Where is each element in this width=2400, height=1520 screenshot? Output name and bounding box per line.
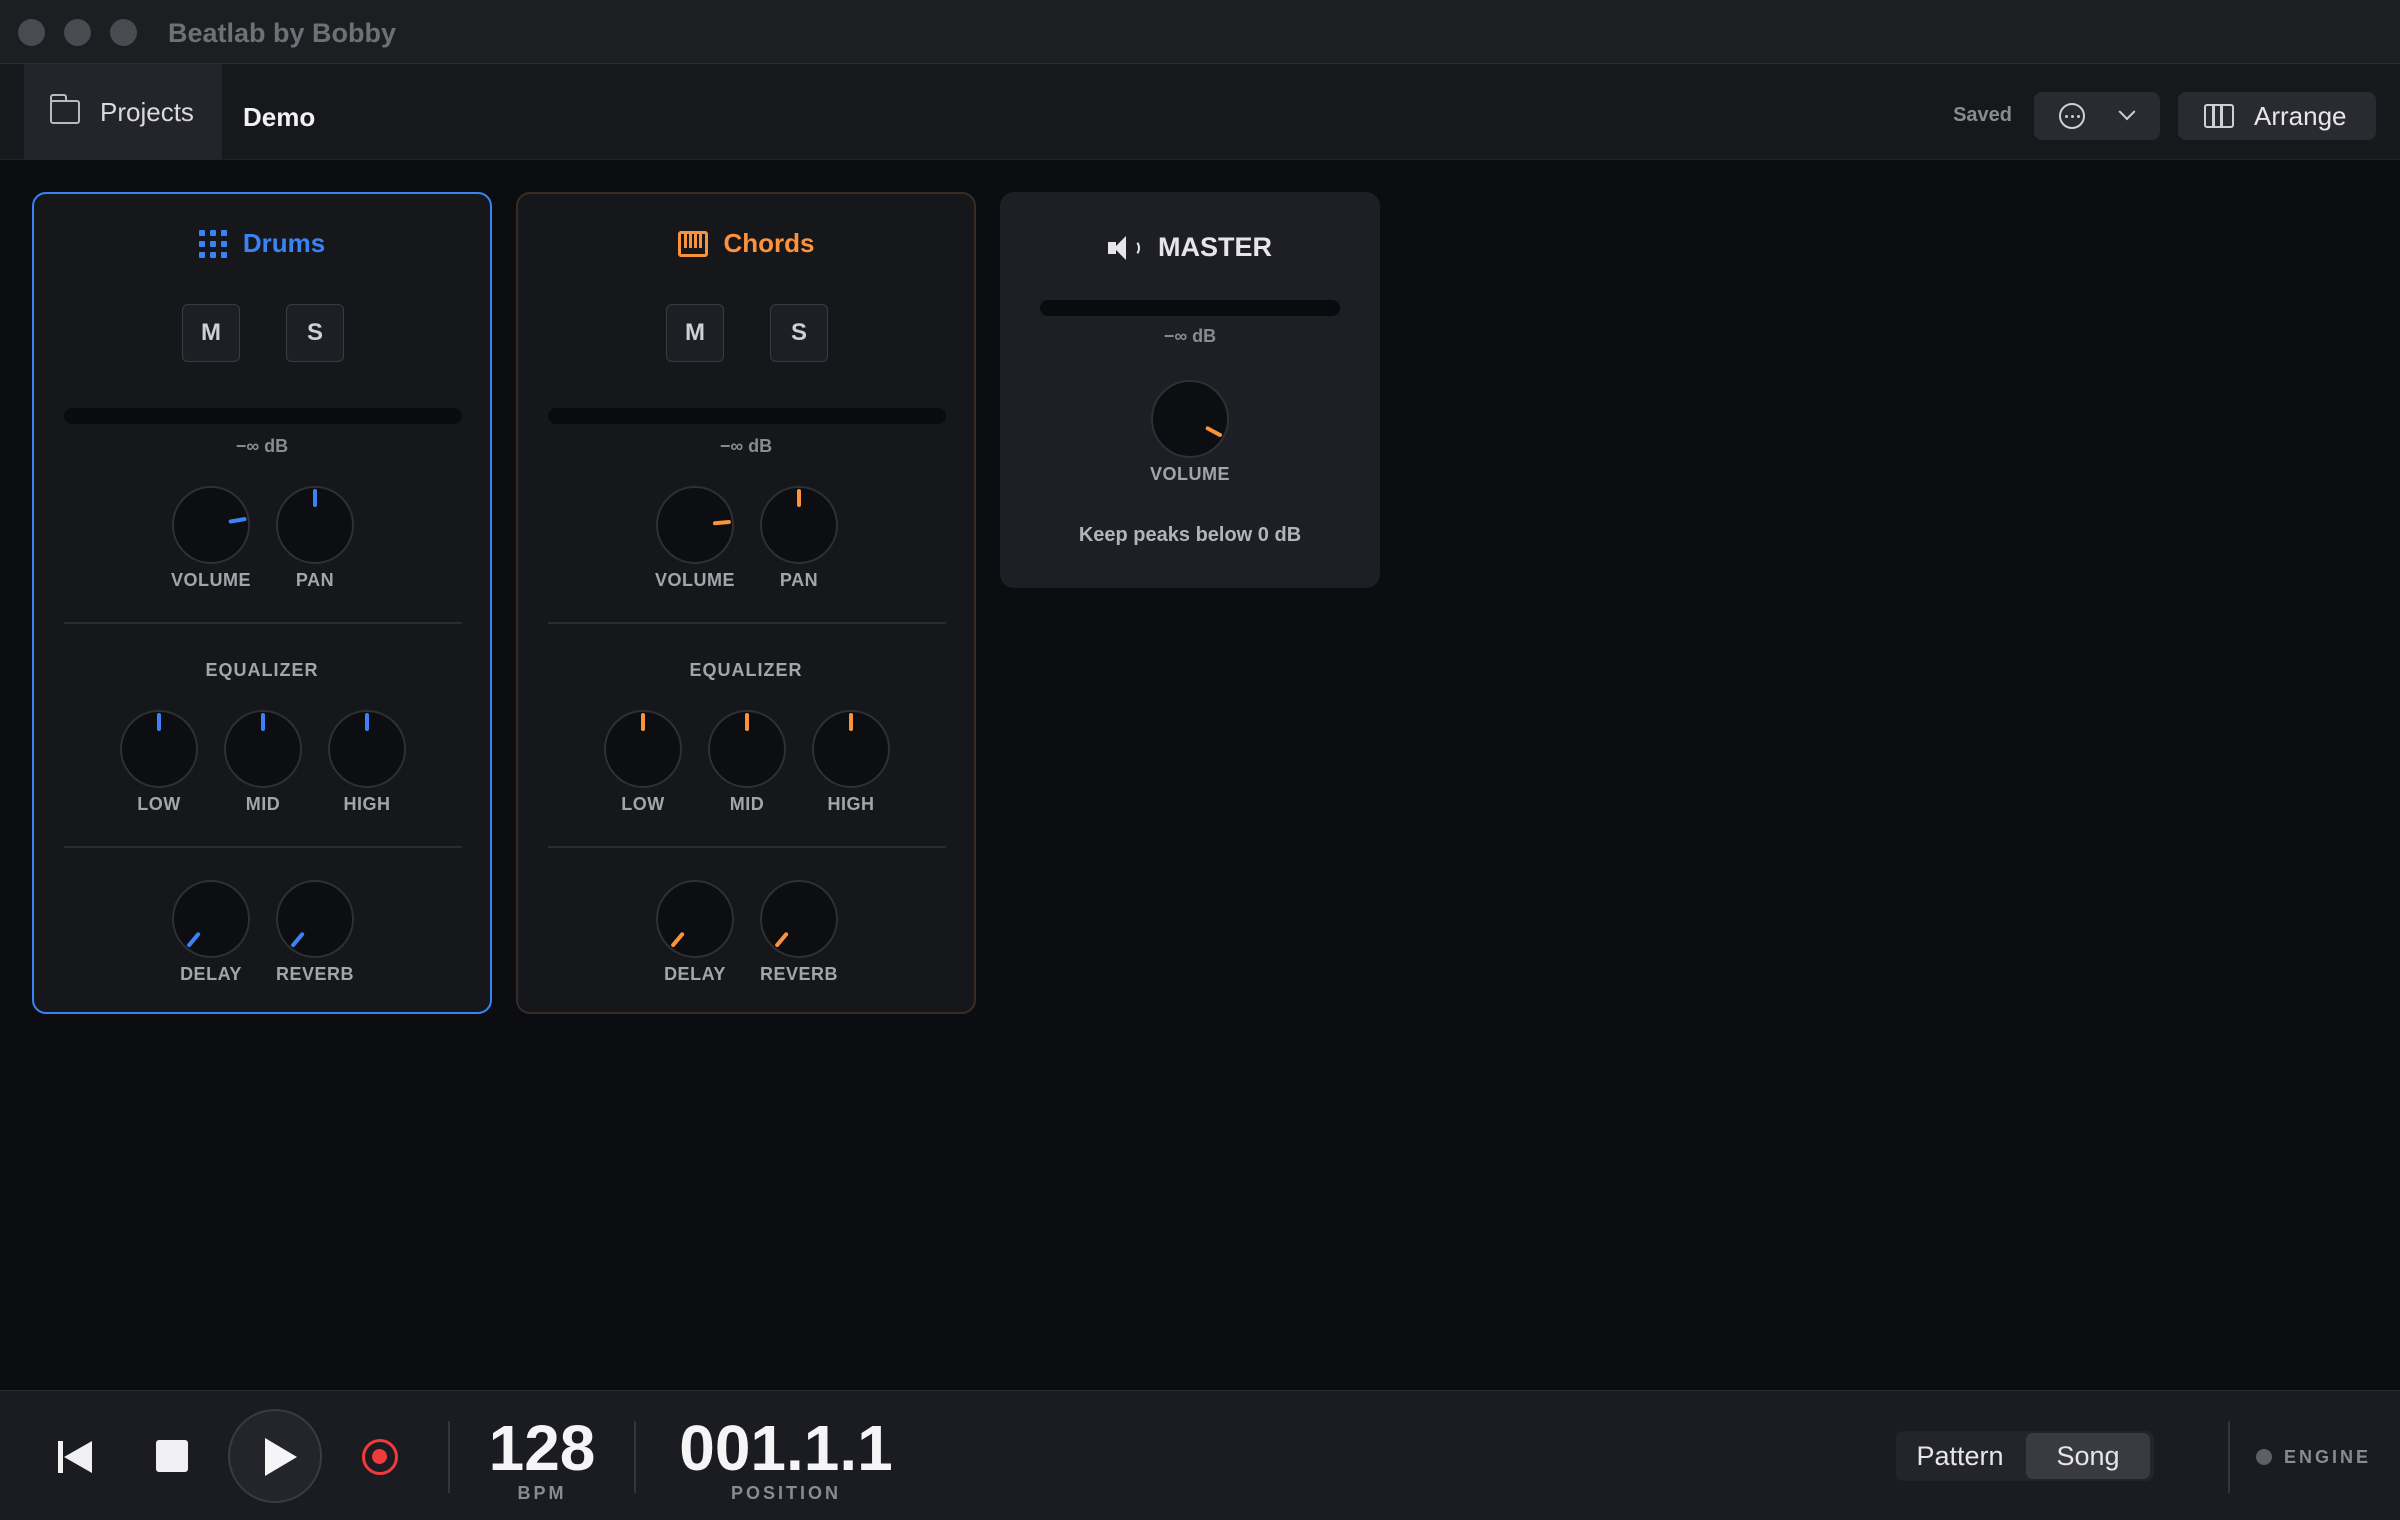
master-name: MASTER bbox=[1158, 232, 1272, 262]
channel-title: Drums bbox=[34, 228, 490, 259]
divider bbox=[634, 1421, 636, 1493]
level-readout: −∞ dB bbox=[235, 436, 289, 456]
master-note: Keep peaks below 0 dB bbox=[1078, 524, 1302, 546]
eq-high-label: HIGH bbox=[343, 794, 391, 814]
mode-toggle: Pattern Song bbox=[1896, 1431, 2154, 1481]
grid-icon bbox=[198, 229, 227, 258]
volume-knob[interactable] bbox=[172, 486, 250, 564]
solo-button[interactable]: S bbox=[770, 304, 828, 362]
divider bbox=[448, 1421, 450, 1493]
engine-status-dot bbox=[2256, 1449, 2272, 1465]
eq-high-knob[interactable] bbox=[812, 710, 890, 788]
delay-knob[interactable] bbox=[172, 880, 250, 958]
window-title: Beatlab by Bobby bbox=[168, 18, 397, 48]
arrange-label: Arrange bbox=[2254, 100, 2347, 131]
eq-low-label: LOW bbox=[621, 794, 665, 814]
pan-label: PAN bbox=[295, 570, 335, 590]
divider bbox=[548, 846, 946, 848]
folder-icon bbox=[49, 94, 80, 124]
volume-label: VOLUME bbox=[654, 570, 735, 590]
eq-high-label: HIGH bbox=[827, 794, 875, 814]
master-level-readout: −∞ dB bbox=[1163, 326, 1217, 346]
bpm-label: BPM bbox=[517, 1483, 567, 1503]
delay-label: DELAY bbox=[664, 964, 726, 984]
skip-back-icon[interactable] bbox=[58, 1441, 94, 1473]
level-meter bbox=[64, 408, 462, 424]
bpm-value[interactable]: 128 bbox=[474, 1411, 610, 1485]
header-bar: Projects Demo Saved Arrange bbox=[0, 64, 2400, 160]
channel-name: Chords bbox=[723, 228, 815, 258]
position-label: POSITION bbox=[730, 1483, 841, 1503]
pan-label: PAN bbox=[779, 570, 819, 590]
pattern-mode-button[interactable]: Pattern bbox=[1900, 1433, 2020, 1479]
channel-name: Drums bbox=[242, 228, 326, 258]
song-mode-button[interactable]: Song bbox=[2026, 1433, 2150, 1479]
projects-button[interactable]: Projects bbox=[24, 64, 222, 160]
project-name: Demo bbox=[243, 102, 316, 132]
minimize-window-button[interactable] bbox=[64, 19, 91, 46]
equalizer-title: EQUALIZER bbox=[205, 660, 319, 680]
volume-knob[interactable] bbox=[656, 486, 734, 564]
reverb-knob[interactable] bbox=[760, 880, 838, 958]
speaker-icon bbox=[1108, 234, 1142, 262]
options-menu-button[interactable] bbox=[2034, 92, 2160, 140]
solo-button[interactable]: S bbox=[286, 304, 344, 362]
mute-button[interactable]: M bbox=[666, 304, 724, 362]
more-options-icon bbox=[2059, 103, 2085, 129]
pan-knob[interactable] bbox=[276, 486, 354, 564]
level-meter bbox=[548, 408, 946, 424]
eq-mid-knob[interactable] bbox=[224, 710, 302, 788]
columns-icon bbox=[2204, 104, 2234, 128]
eq-mid-label: MID bbox=[729, 794, 765, 814]
transport-bar: 128 BPM 001.1.1 POSITION Pattern Song EN… bbox=[0, 1390, 2400, 1520]
pan-knob[interactable] bbox=[760, 486, 838, 564]
delay-label: DELAY bbox=[180, 964, 242, 984]
stop-icon[interactable] bbox=[156, 1440, 188, 1472]
eq-low-label: LOW bbox=[137, 794, 181, 814]
eq-low-knob[interactable] bbox=[120, 710, 198, 788]
arrange-button[interactable]: Arrange bbox=[2178, 92, 2376, 140]
master-volume-label: VOLUME bbox=[1149, 464, 1230, 484]
eq-mid-label: MID bbox=[245, 794, 281, 814]
close-window-button[interactable] bbox=[18, 19, 45, 46]
divider bbox=[2228, 1421, 2230, 1493]
divider bbox=[548, 622, 946, 624]
channel-strip-drums[interactable]: Drums M S −∞ dB VOLUME PAN EQUALIZER LOW… bbox=[32, 192, 492, 1014]
delay-knob[interactable] bbox=[656, 880, 734, 958]
master-volume-knob[interactable] bbox=[1151, 380, 1229, 458]
channel-title: Chords bbox=[518, 228, 974, 259]
piano-icon bbox=[677, 230, 708, 257]
eq-low-knob[interactable] bbox=[604, 710, 682, 788]
chevron-down-icon bbox=[2118, 103, 2136, 121]
play-button[interactable] bbox=[228, 1409, 322, 1503]
reverb-label: REVERB bbox=[759, 964, 838, 984]
reverb-label: REVERB bbox=[275, 964, 354, 984]
title-bar: Beatlab by Bobby bbox=[0, 0, 2400, 64]
divider bbox=[64, 846, 462, 848]
eq-mid-knob[interactable] bbox=[708, 710, 786, 788]
eq-high-knob[interactable] bbox=[328, 710, 406, 788]
channel-strip-chords[interactable]: Chords M S −∞ dB VOLUME PAN EQUALIZER LO… bbox=[516, 192, 976, 1014]
zoom-window-button[interactable] bbox=[110, 19, 137, 46]
equalizer-title: EQUALIZER bbox=[689, 660, 803, 680]
position-value: 001.1.1 bbox=[679, 1412, 893, 1484]
save-status: Saved bbox=[1953, 104, 2012, 126]
divider bbox=[64, 622, 462, 624]
engine-label: ENGINE bbox=[2284, 1447, 2372, 1467]
master-strip: MASTER −∞ dB VOLUME Keep peaks below 0 d… bbox=[1000, 192, 1380, 588]
level-readout: −∞ dB bbox=[719, 436, 773, 456]
master-level-meter bbox=[1040, 300, 1340, 316]
record-icon[interactable] bbox=[362, 1439, 398, 1475]
reverb-knob[interactable] bbox=[276, 880, 354, 958]
master-title: MASTER bbox=[1000, 232, 1380, 263]
mute-button[interactable]: M bbox=[182, 304, 240, 362]
volume-label: VOLUME bbox=[170, 570, 251, 590]
projects-label: Projects bbox=[100, 96, 194, 127]
